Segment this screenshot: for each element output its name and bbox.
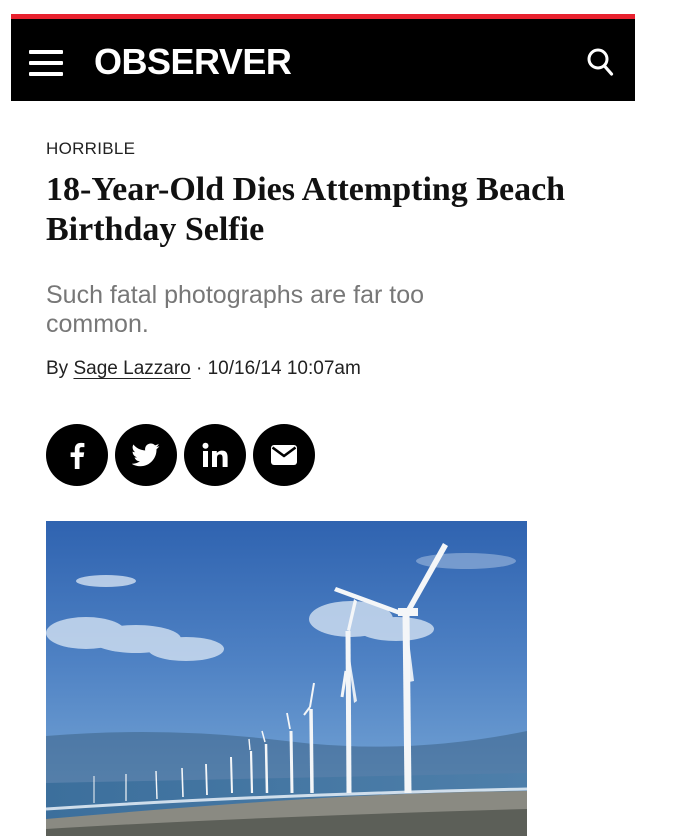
article-title: 18-Year-Old Dies Attempting Beach Birthd… [46,171,566,248]
wind-turbines-beach-photo [46,521,527,836]
byline-separator: · [196,358,203,379]
byline: By Sage Lazzaro · 10/16/14 10:07am [46,358,361,380]
facebook-icon [70,442,85,469]
site-header: OBSERVER [11,14,635,101]
publish-timestamp: 10/16/14 10:07am [207,358,361,379]
share-twitter-button[interactable] [115,424,177,486]
share-linkedin-button[interactable] [184,424,246,486]
byline-prefix: By [46,358,69,379]
search-icon[interactable] [586,47,614,77]
email-icon [271,445,297,465]
author-link[interactable]: Sage Lazzaro [73,358,190,379]
share-facebook-button[interactable] [46,424,108,486]
hamburger-menu-icon[interactable] [29,50,63,76]
site-logo[interactable]: OBSERVER [94,41,292,83]
linkedin-icon [202,442,228,467]
twitter-icon [132,443,160,467]
article-subtitle: Such fatal photographs are far too commo… [46,281,425,338]
article-category[interactable]: HORRIBLE [46,139,135,159]
hero-image [46,521,527,836]
share-email-button[interactable] [253,424,315,486]
